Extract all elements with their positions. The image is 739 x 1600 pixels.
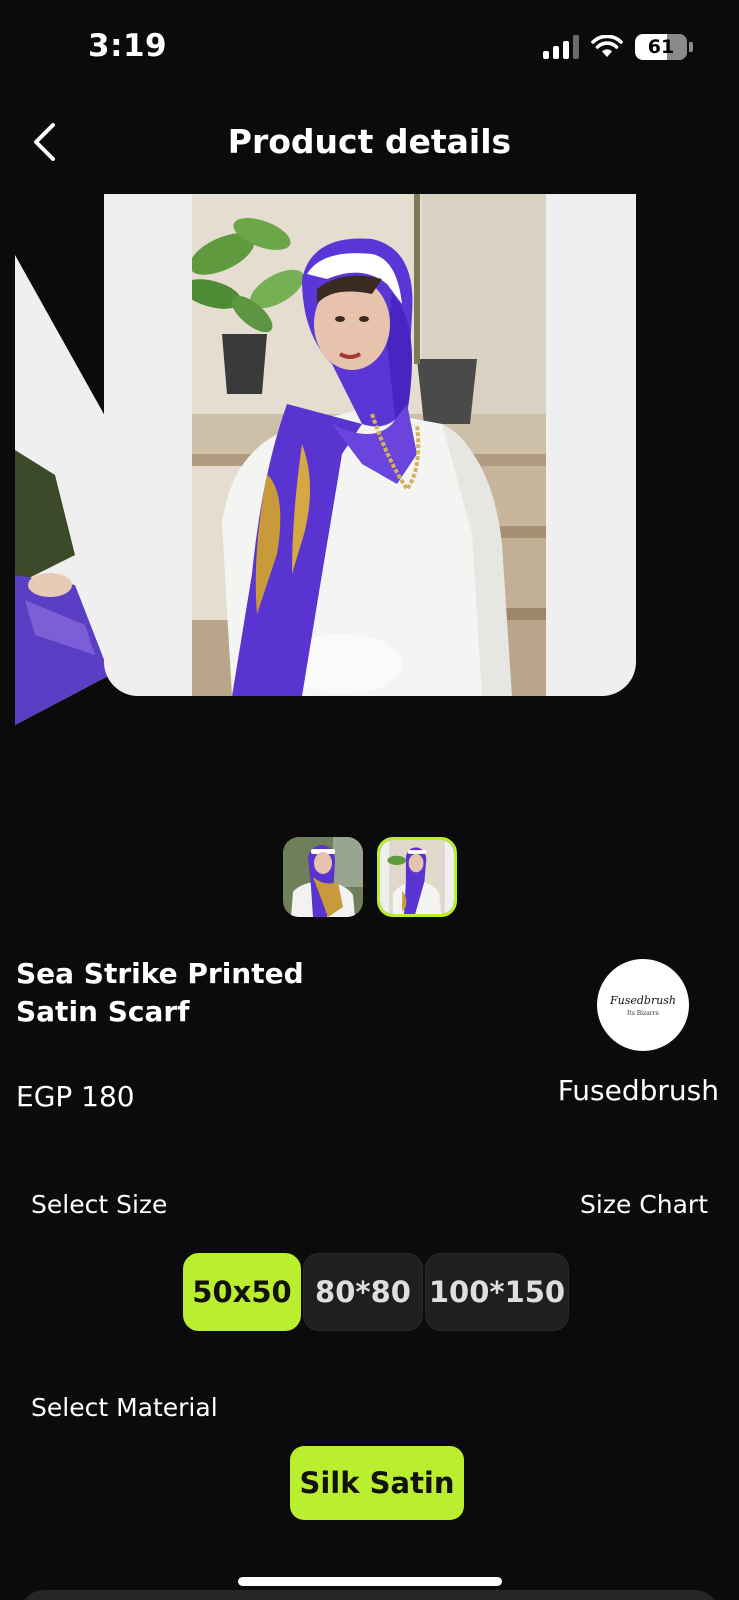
product-details-screen: 3:19 61 Product details Sea Strike Print… bbox=[0, 0, 739, 1600]
select-material-label: Select Material bbox=[31, 1393, 218, 1422]
battery-level: 61 bbox=[647, 36, 675, 58]
product-name: Sea Strike Printed Satin Scarf bbox=[16, 957, 304, 1028]
size-options: 50x50 80*80 100*150 bbox=[183, 1253, 569, 1331]
bottom-sheet-edge bbox=[20, 1590, 719, 1600]
home-indicator bbox=[238, 1577, 502, 1586]
product-photo bbox=[192, 194, 546, 696]
size-chart-link[interactable]: Size Chart bbox=[580, 1190, 708, 1219]
material-option-silk-satin[interactable]: Silk Satin bbox=[290, 1446, 464, 1520]
status-icons: 61 bbox=[543, 34, 693, 60]
size-option-100x150[interactable]: 100*150 bbox=[425, 1253, 569, 1331]
size-option-50x50[interactable]: 50x50 bbox=[183, 1253, 301, 1331]
wifi-icon bbox=[591, 35, 623, 57]
brand-logo[interactable]: Fusedbrush Its Bizarre bbox=[597, 959, 689, 1051]
main-product-image[interactable] bbox=[104, 194, 636, 696]
page-title: Product details bbox=[227, 122, 512, 161]
thumbnail-2[interactable] bbox=[377, 837, 457, 917]
battery-icon: 61 bbox=[635, 34, 693, 60]
brand-logo-text: Fusedbrush bbox=[609, 993, 677, 1007]
thumbnail-1[interactable] bbox=[283, 837, 363, 917]
image-thumbnails bbox=[283, 837, 457, 917]
status-time: 3:19 bbox=[88, 28, 168, 64]
size-option-80x80[interactable]: 80*80 bbox=[303, 1253, 423, 1331]
cellular-signal-icon bbox=[543, 35, 579, 59]
select-size-label: Select Size bbox=[31, 1190, 168, 1219]
brand-logo-tagline: Its Bizarre bbox=[626, 1009, 660, 1017]
brand-name[interactable]: Fusedbrush bbox=[558, 1074, 719, 1107]
product-price: EGP 180 bbox=[16, 1080, 135, 1113]
